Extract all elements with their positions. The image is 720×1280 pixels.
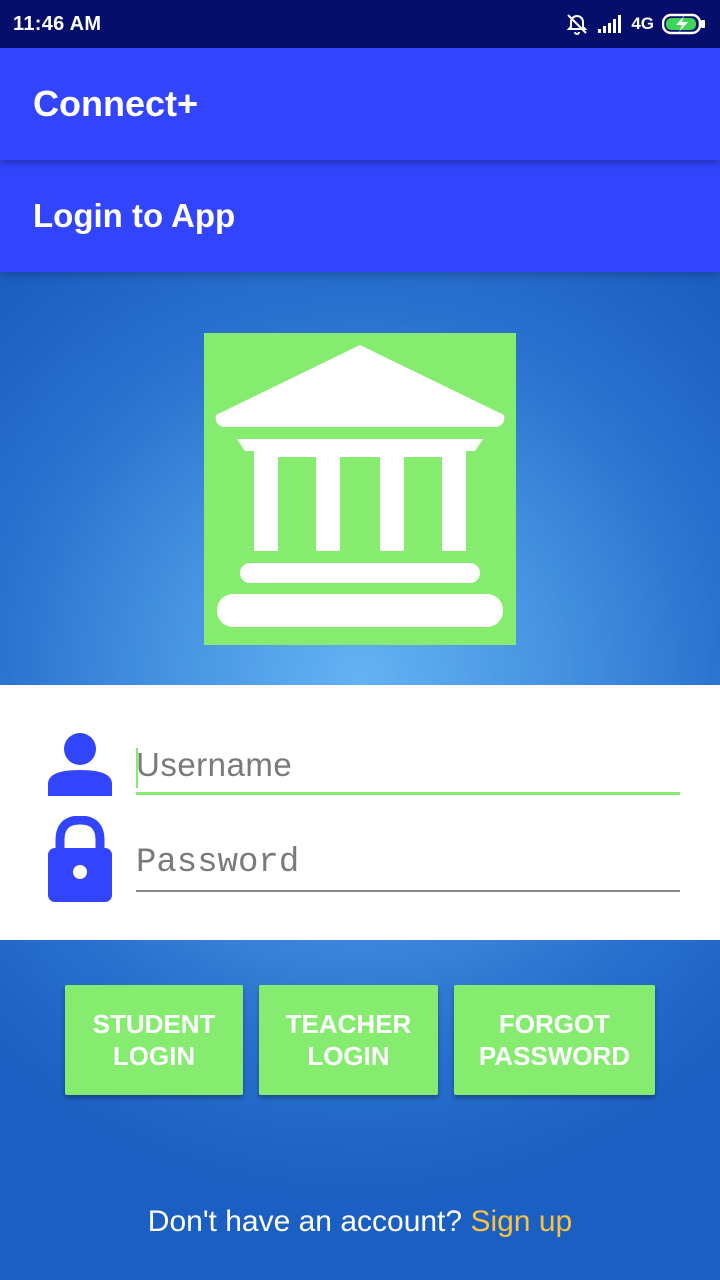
teacher-login-button[interactable]: TEACHER LOGIN (259, 985, 438, 1095)
password-field-wrap (136, 844, 680, 892)
status-icons: 4G (565, 12, 706, 36)
password-underline (136, 890, 680, 892)
username-underline (136, 792, 680, 795)
forgot-password-label: FORGOT PASSWORD (478, 1009, 631, 1071)
username-input[interactable] (136, 746, 680, 792)
signup-prompt-text: Don't have an account? (147, 1205, 463, 1238)
bank-building-icon (215, 345, 505, 627)
text-cursor (136, 748, 138, 788)
student-login-label: STUDENT LOGIN (92, 1009, 216, 1071)
status-bar: 11:46 AM 4G (0, 0, 720, 48)
app-logo (204, 333, 516, 645)
teacher-login-label: TEACHER LOGIN (285, 1009, 412, 1071)
lock-icon (48, 816, 112, 902)
status-time: 11:46 AM (13, 12, 102, 35)
login-form (0, 685, 720, 940)
login-header-title: Login to App (33, 197, 236, 234)
app-bar: Connect+ (0, 48, 720, 160)
battery-charging-icon (662, 13, 705, 35)
person-icon (48, 733, 112, 796)
student-login-button[interactable]: STUDENT LOGIN (65, 985, 243, 1095)
login-header: Login to App (0, 160, 720, 272)
alarm-off-icon (566, 14, 588, 35)
signal-icon (598, 15, 622, 33)
signup-link[interactable]: Sign up (470, 1205, 572, 1238)
password-input[interactable] (136, 844, 680, 890)
username-field-wrap (136, 746, 680, 795)
network-type: 4G (631, 14, 654, 33)
signup-prompt: Don't have an account? Sign up (0, 1205, 720, 1239)
forgot-password-button[interactable]: FORGOT PASSWORD (454, 985, 655, 1095)
app-title: Connect+ (33, 83, 199, 124)
